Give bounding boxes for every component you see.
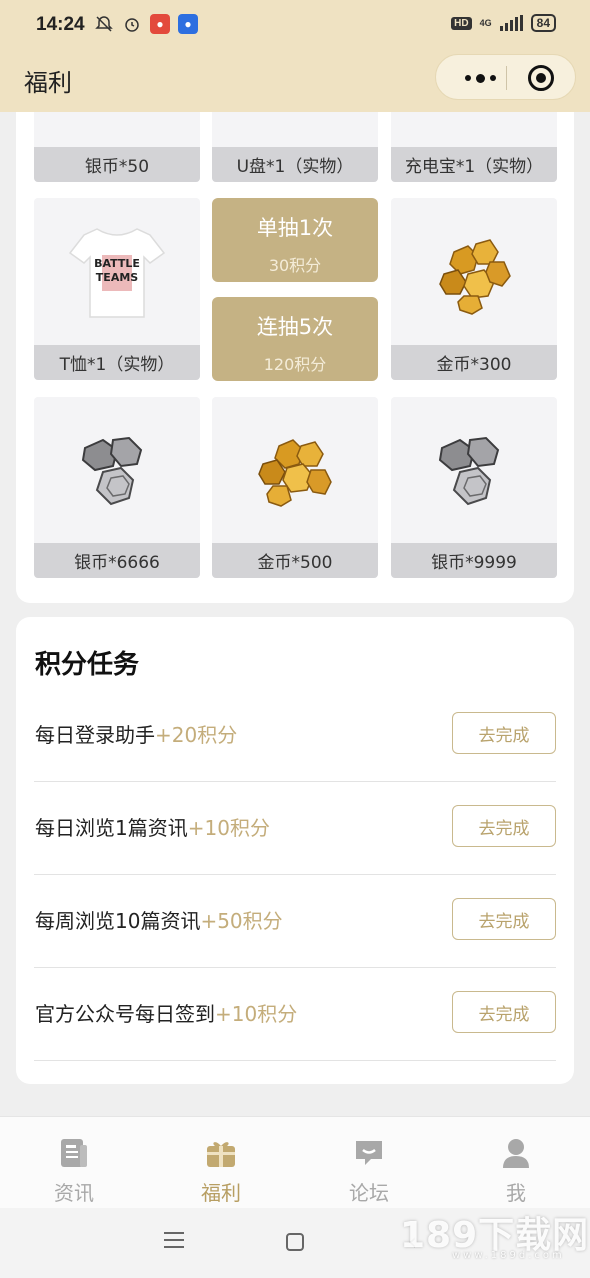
prize-cell-gold-500: 金币*500 [212,397,378,578]
prize-cell-silver-9999: 银币*9999 [391,397,557,578]
prize-label: 银币*9999 [391,543,557,578]
header: 14:24 ● ● HD 4G 84 福利 [0,0,590,112]
mini-program-capsule [435,54,576,100]
gold-coins-image [391,198,557,345]
task-points: +20积分 [155,723,238,747]
single-draw-label: 单抽1次 [256,216,334,240]
five-draw-button[interactable]: 连抽5次 120积分 [212,297,378,381]
gift-icon [205,1137,237,1169]
task-row: 每日浏览1篇资讯+10积分 去完成 [34,782,556,875]
status-time: 14:24 [36,14,85,35]
app-notification-icon: ● [150,14,170,34]
tab-welfare[interactable]: 福利 [181,1137,261,1206]
prize-label: T恤*1（实物） [34,345,200,380]
prize-label: 银币*50 [34,147,200,182]
task-name: 每日登录助手+20积分 [35,719,237,748]
baidu-icon: ● [178,14,198,34]
tab-me[interactable]: 我 [476,1137,556,1206]
prize-label: 金币*300 [391,345,557,380]
chat-icon [353,1137,385,1169]
status-icons-left: ● ● [94,14,198,34]
status-bar: 14:24 ● ● HD 4G 84 [0,0,590,52]
watermark-url: www.189d.com [452,1250,565,1261]
tab-forum[interactable]: 论坛 [329,1137,409,1206]
hd-badge: HD [451,16,472,30]
network-type: 4G [479,17,492,28]
task-row: 每周浏览10篇资讯+50积分 去完成 [34,875,556,968]
tab-news[interactable]: 资讯 [34,1137,114,1206]
tasks-title: 积分任务 [35,650,140,680]
page-title: 福利 [24,69,72,97]
gold-coins-image [212,397,378,543]
status-icons-right: HD 4G 84 [451,14,556,32]
task-name: 每周浏览10篇资讯+50积分 [35,905,283,934]
task-label: 每日浏览1篇资讯 [35,816,188,840]
task-label: 官方公众号每日签到 [35,1002,215,1026]
more-menu-icon[interactable] [454,55,506,101]
tab-label: 我 [506,1181,526,1205]
go-complete-button[interactable]: 去完成 [452,805,556,847]
close-mini-program-icon[interactable] [528,65,554,91]
svg-text:BATTLE: BATTLE [94,257,140,270]
prize-cell-silver-50: 银币*50 [34,112,200,182]
go-complete-button[interactable]: 去完成 [452,991,556,1033]
news-icon [58,1137,90,1169]
task-points: +10积分 [187,816,270,840]
silver-coins-image [34,397,200,543]
prize-grid: 银币*50 U盘*1（实物） 充电宝*1（实物） BATTLE TEAMS T恤… [16,112,574,603]
five-draw-cost: 120积分 [263,355,327,374]
svg-text:TEAMS: TEAMS [96,271,138,284]
silver-coins-image [391,397,557,543]
task-label: 每周浏览10篇资讯 [35,909,201,933]
task-name: 每日浏览1篇资讯+10积分 [35,812,270,841]
points-tasks-card: 积分任务 每日登录助手+20积分 去完成 每日浏览1篇资讯+10积分 去完成 每… [16,617,574,1084]
prize-cell-tshirt: BATTLE TEAMS T恤*1（实物） [34,198,200,380]
prize-cell-silver-6666: 银币*6666 [34,397,200,578]
prize-cell-usb: U盘*1（实物） [212,112,378,182]
single-draw-cost: 30积分 [268,256,322,275]
prize-label: U盘*1（实物） [212,147,378,182]
prize-label: 充电宝*1（实物） [391,147,557,182]
five-draw-label: 连抽5次 [256,315,334,339]
go-complete-button[interactable]: 去完成 [452,712,556,754]
task-row: 官方公众号每日签到+10积分 去完成 [34,968,556,1061]
tab-label: 论坛 [349,1181,389,1205]
tab-label: 资讯 [54,1181,94,1205]
task-row: 每日登录助手+20积分 去完成 [34,689,556,782]
alarm-icon [122,14,142,34]
single-draw-button[interactable]: 单抽1次 30积分 [212,198,378,282]
prize-cell-powerbank: 充电宝*1（实物） [391,112,557,182]
task-points: +50积分 [200,909,283,933]
mute-bell-icon [94,14,114,34]
task-points: +10积分 [215,1002,298,1026]
user-icon [500,1137,532,1169]
prize-label: 金币*500 [212,543,378,578]
prize-cell-gold-300: 金币*300 [391,198,557,380]
tab-label: 福利 [201,1181,241,1205]
prize-label: 银币*6666 [34,543,200,578]
signal-icon [499,15,523,31]
go-complete-button[interactable]: 去完成 [452,898,556,940]
battery-icon: 84 [530,14,556,32]
capsule-divider [506,66,507,90]
tshirt-image: BATTLE TEAMS [34,198,200,345]
task-name: 官方公众号每日签到+10积分 [35,998,297,1027]
task-label: 每日登录助手 [35,723,155,747]
recent-apps-icon[interactable] [164,1232,184,1250]
home-icon[interactable] [286,1233,304,1251]
bottom-tab-bar: 资讯 福利 论坛 我 [0,1116,590,1208]
